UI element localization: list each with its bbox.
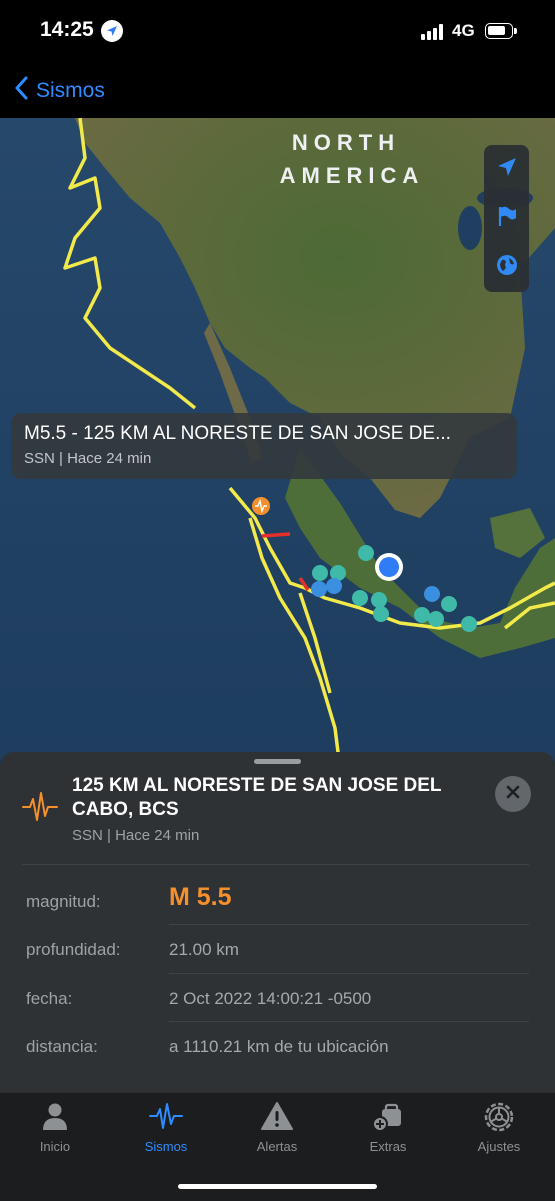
seismograph-icon (149, 1101, 183, 1136)
gear-icon (483, 1101, 515, 1138)
tab-sismos[interactable]: Sismos (111, 1093, 221, 1163)
selected-earthquake-marker[interactable] (252, 497, 270, 515)
tab-sismos-label: Sismos (144, 1139, 188, 1154)
depth-label: profundidad: (26, 940, 121, 959)
magnitude-value: M 5.5 (169, 883, 232, 911)
tab-alertas[interactable]: Alertas (222, 1093, 332, 1163)
status-time: 14:25 (40, 18, 94, 41)
map-region-label-america: AMERICA (280, 163, 425, 188)
earthquake-callout[interactable]: M5.5 - 125 KM AL NORESTE DE SAN JOSE DE.… (11, 413, 517, 479)
close-button[interactable] (495, 776, 531, 812)
close-icon (505, 784, 521, 805)
map-region-label-north: NORTH (292, 130, 400, 155)
globe-icon (496, 254, 518, 281)
location-arrow-icon (101, 20, 123, 42)
network-type: 4G (452, 21, 475, 40)
person-icon (40, 1101, 70, 1136)
distance-label: distancia: (26, 1037, 98, 1056)
home-indicator[interactable] (178, 1184, 377, 1189)
date-label: fecha: (26, 989, 73, 1008)
tab-alertas-label: Alertas (256, 1139, 298, 1154)
seismograph-icon (22, 790, 58, 829)
depth-value: 21.00 km (169, 940, 239, 959)
tab-extras-label: Extras (369, 1139, 407, 1154)
tab-ajustes-label: Ajustes (477, 1139, 521, 1154)
magnitude-label: magnitud: (26, 892, 101, 911)
chevron-left-icon (14, 76, 28, 105)
locate-me-button[interactable] (484, 145, 529, 194)
status-bar: 14:25 4G (0, 0, 555, 62)
divider (22, 864, 529, 865)
divider (169, 924, 529, 925)
extras-icon (372, 1101, 404, 1136)
tab-ajustes[interactable]: Ajustes (444, 1093, 554, 1163)
detail-title: 125 KM AL NORESTE DE SAN JOSE DEL CABO, … (72, 775, 442, 820)
current-location-marker (375, 553, 403, 581)
earthquake-detail-sheet: 125 KM AL NORESTE DE SAN JOSE DEL CABO, … (0, 752, 555, 1097)
tab-extras[interactable]: Extras (333, 1093, 443, 1163)
date-value: 2 Oct 2022 14:00:21 -0500 (169, 989, 372, 1008)
divider (169, 1021, 529, 1022)
flag-button[interactable] (484, 194, 529, 243)
callout-subtitle: SSN | Hace 24 min (24, 450, 152, 467)
back-button-label: Sismos (36, 78, 105, 102)
navigation-bar: Sismos (0, 62, 555, 118)
tab-inicio[interactable]: Inicio (0, 1093, 110, 1163)
map-controls (484, 145, 529, 292)
divider (169, 973, 529, 974)
tab-inicio-label: Inicio (39, 1139, 71, 1154)
flag-icon (496, 205, 518, 232)
map-type-button[interactable] (484, 243, 529, 292)
sheet-grabber[interactable] (254, 759, 301, 764)
signal-icon (421, 24, 445, 45)
location-arrow-icon (496, 156, 518, 183)
distance-value: a 1110.21 km de tu ubicación (169, 1037, 389, 1056)
battery-icon (485, 23, 517, 39)
detail-subtitle: SSN | Hace 24 min (72, 827, 200, 844)
callout-title: M5.5 - 125 KM AL NORESTE DE SAN JOSE DE.… (24, 423, 451, 444)
back-button[interactable]: Sismos (14, 76, 105, 105)
warning-icon (261, 1101, 293, 1136)
